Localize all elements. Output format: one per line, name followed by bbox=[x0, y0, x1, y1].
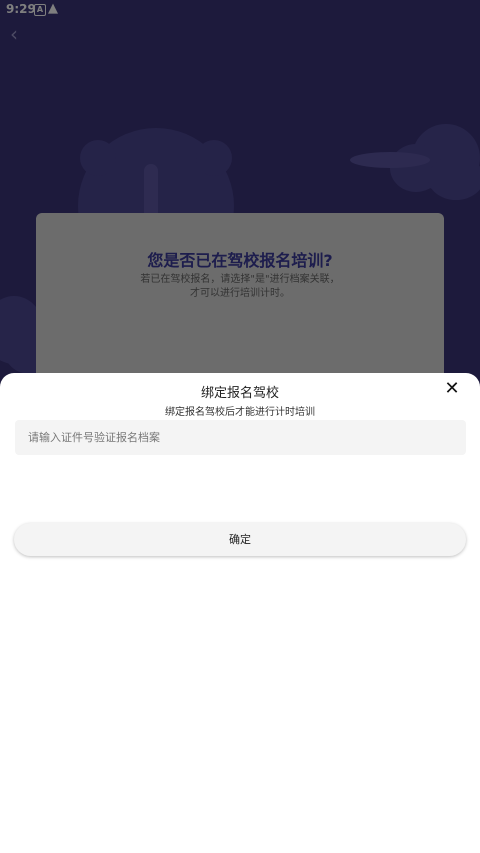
bind-school-sheet: 绑定报名驾校 ✕ 绑定报名驾校后才能进行计时培训 确定 bbox=[0, 373, 480, 853]
sheet-subtitle: 绑定报名驾校后才能进行计时培训 bbox=[165, 407, 315, 418]
id-number-input[interactable] bbox=[15, 420, 466, 455]
close-icon[interactable]: ✕ bbox=[444, 380, 460, 398]
sheet-title: 绑定报名驾校 bbox=[200, 386, 279, 401]
confirm-button[interactable]: 确定 bbox=[14, 523, 466, 556]
